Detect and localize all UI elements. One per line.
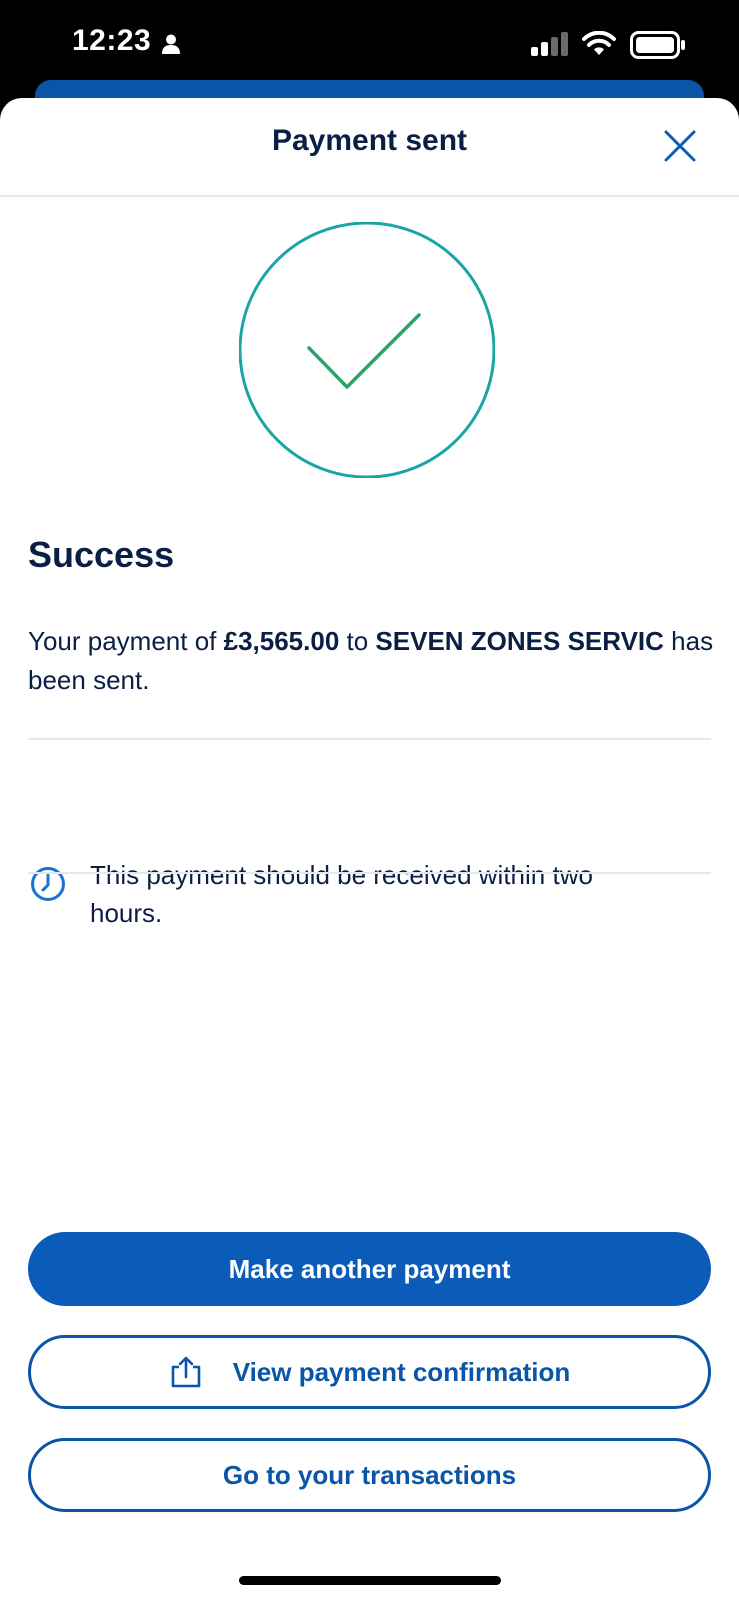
payment-amount: £3,565.00	[223, 626, 340, 656]
divider	[28, 738, 711, 740]
make-another-payment-label: Make another payment	[228, 1253, 511, 1284]
view-payment-confirmation-button[interactable]: View payment confirmation	[28, 1335, 711, 1409]
divider	[28, 872, 711, 874]
check-circle-icon	[238, 221, 496, 483]
share-icon	[169, 1355, 203, 1389]
home-indicator[interactable]	[239, 1576, 501, 1585]
close-button[interactable]	[660, 126, 700, 166]
cellular-signal-icon	[531, 32, 569, 61]
delivery-info-text: This payment should be received within t…	[90, 860, 593, 928]
payment-sent-sheet: Payment sent Success Your payment of £3,…	[0, 98, 739, 1600]
status-time: 12:23	[72, 24, 152, 57]
payment-message: Your payment of £3,565.00 to SEVEN ZONES…	[28, 622, 718, 700]
page-title: Payment sent	[271, 124, 468, 157]
wifi-icon	[582, 30, 616, 62]
go-to-transactions-label: Go to your transactions	[222, 1459, 517, 1490]
close-icon	[664, 130, 696, 162]
battery-icon	[630, 31, 686, 64]
view-payment-confirmation-label: View payment confirmation	[232, 1356, 571, 1387]
make-another-payment-button[interactable]: Make another payment	[28, 1232, 711, 1306]
status-bar: 12:23	[0, 0, 739, 90]
sheet-header: Payment sent	[0, 98, 739, 197]
payee-name: SEVEN ZONES SERVIC	[375, 626, 664, 656]
success-heading: Success	[28, 534, 175, 575]
go-to-transactions-button[interactable]: Go to your transactions	[28, 1438, 711, 1512]
message-prefix: Your payment of	[28, 626, 224, 656]
person-icon	[162, 34, 180, 59]
message-middle: to	[339, 626, 376, 656]
